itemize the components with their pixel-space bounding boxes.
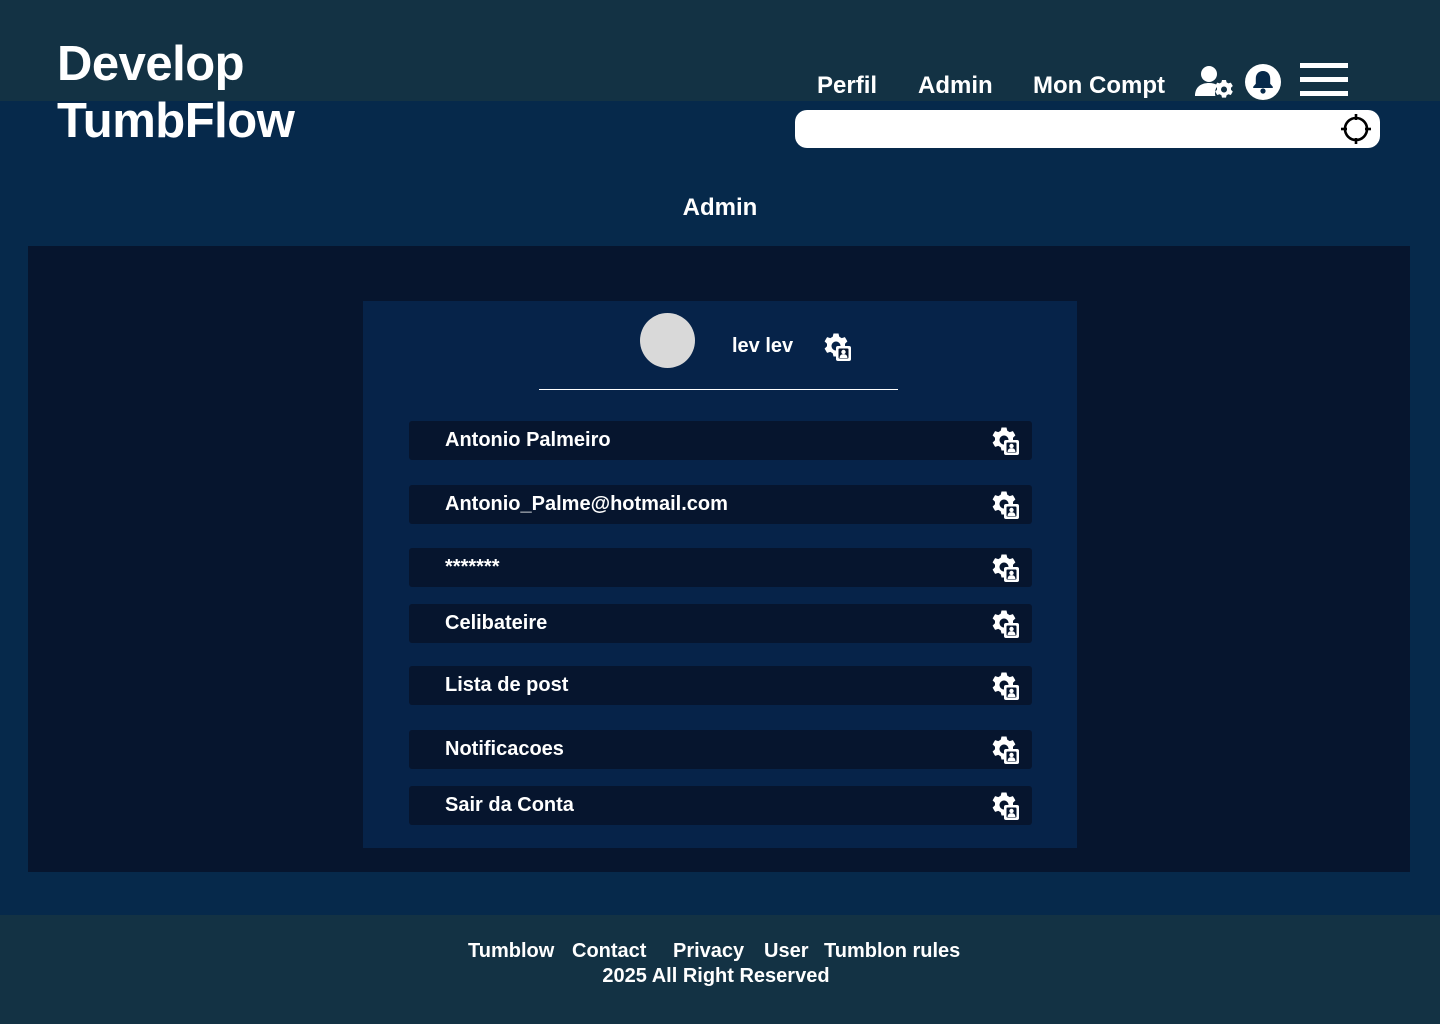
edit-user-settings-icon[interactable] (990, 791, 1020, 821)
bell-icon[interactable] (1244, 63, 1282, 101)
search-bar (795, 110, 1380, 148)
search-input[interactable] (809, 110, 1329, 148)
logo-line-2: TumbFlow (57, 94, 295, 148)
field-name[interactable]: Antonio Palmeiro (409, 421, 1032, 460)
user-settings-icon[interactable] (822, 332, 852, 362)
edit-user-settings-icon[interactable] (990, 490, 1020, 520)
footer-link-user[interactable]: User (764, 937, 808, 965)
field-label: Sair da Conta (445, 794, 574, 816)
field-label: Antonio Palmeiro (445, 429, 611, 451)
edit-user-settings-icon[interactable] (990, 735, 1020, 765)
field-email[interactable]: Antonio_Palme@hotmail.com (409, 485, 1032, 524)
field-status[interactable]: Celibateire (409, 604, 1032, 643)
field-label: ******* (445, 556, 500, 578)
edit-user-settings-icon[interactable] (990, 426, 1020, 456)
footer-link-contact[interactable]: Contact (572, 937, 646, 965)
field-label: Lista de post (445, 674, 569, 696)
footer-link-rules[interactable]: Tumblon rules (824, 937, 960, 965)
hamburger-menu-icon[interactable] (1299, 62, 1349, 98)
edit-user-settings-icon[interactable] (990, 671, 1020, 701)
field-logout[interactable]: Sair da Conta (409, 786, 1032, 825)
page-title: Admin (682, 194, 758, 221)
crosshair-icon[interactable] (1340, 113, 1372, 145)
field-password[interactable]: ******* (409, 548, 1032, 587)
field-label: Antonio_Palme@hotmail.com (445, 493, 728, 515)
edit-user-settings-icon[interactable] (990, 553, 1020, 583)
nav-account[interactable]: Mon Compt (1033, 70, 1165, 102)
app-logo[interactable]: Develop TumbFlow (57, 36, 295, 150)
nav-admin[interactable]: Admin (918, 70, 993, 102)
avatar[interactable] (640, 313, 695, 368)
copyright: 2025 All Right Reserved (602, 965, 830, 987)
edit-user-settings-icon[interactable] (990, 609, 1020, 639)
field-label: Celibateire (445, 612, 548, 634)
field-notifications[interactable]: Notificacoes (409, 730, 1032, 769)
footer-link-privacy[interactable]: Privacy (673, 937, 744, 965)
profile-name: lev lev (732, 335, 794, 357)
nav-perfil[interactable]: Perfil (817, 70, 877, 102)
profile-divider (539, 389, 898, 390)
logo-line-1: Develop (57, 37, 245, 91)
field-label: Notificacoes (445, 738, 564, 760)
footer-link-tumblow[interactable]: Tumblow (468, 937, 554, 965)
field-posts[interactable]: Lista de post (409, 666, 1032, 705)
user-gear-icon[interactable] (1194, 64, 1236, 100)
